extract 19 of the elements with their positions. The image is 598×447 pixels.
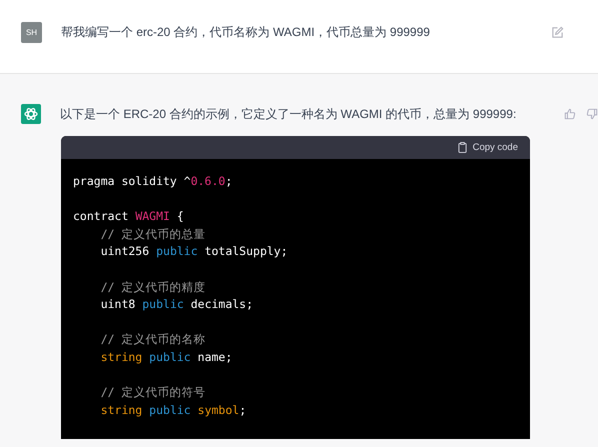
code-line: // 定义代币的总量: [100, 226, 206, 243]
clipboard-icon: [458, 142, 467, 153]
assistant-avatar-icon: [21, 104, 41, 124]
edit-icon[interactable]: [551, 26, 564, 39]
user-message: 帮我编写一个 erc-20 合约，代币名称为 WAGMI，代币总量为 999999: [61, 24, 431, 41]
code-line: // 定义代币的精度: [100, 278, 206, 296]
assistant-message: 以下是一个 ERC-20 合约的示例，它定义了一种名为 WAGMI 的代币，总量为 999999:: [60, 106, 518, 123]
code-line: pragma solidity ^0.6.0;: [73, 173, 234, 190]
copy-code-button[interactable]: Copy code: [458, 142, 518, 153]
code-line: // 定义代币的名称: [100, 331, 206, 348]
code-line: // 定义代币的符号: [100, 384, 206, 402]
code-line: contract WAGMI {: [73, 208, 185, 226]
code-line: uint256 public totalSupply;: [100, 243, 289, 260]
code-line: string public symbol;: [100, 402, 248, 419]
thumbs-up-icon[interactable]: [564, 108, 576, 120]
thumbs-down-icon[interactable]: [586, 108, 598, 120]
user-avatar: SH: [21, 22, 42, 43]
code-line: string public name;: [100, 348, 234, 366]
code-line: uint8 public decimals;: [100, 296, 254, 314]
